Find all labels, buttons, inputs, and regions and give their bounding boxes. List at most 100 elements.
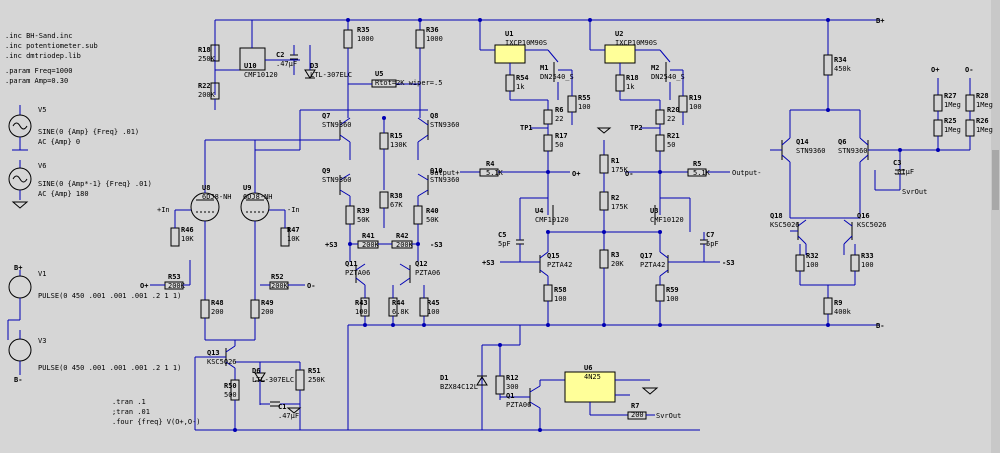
component-value-r49: 200 [261, 308, 274, 316]
component-value-q8: STN9360 [430, 121, 460, 129]
component-value-q13: KSC5026 [207, 358, 237, 366]
component-ref-r20: R20 [667, 106, 680, 114]
component-ref-r28: R28 [976, 92, 989, 100]
component-value-c5: 5pF [498, 240, 511, 248]
component-value-r33: 100 [861, 261, 874, 269]
component-value-r25: 1Meg [944, 126, 961, 134]
component-ref-u3: U3 [650, 207, 658, 215]
directive-inc2: .inc potentiometer.sub [5, 42, 98, 50]
schematic-svg: .inc BH-Sand.inc .inc potentiometer.sub … [5, 0, 1000, 453]
component-value-q10: STN9360 [430, 176, 460, 184]
component-ref-r26: R26 [976, 117, 989, 125]
directive-param2: .param Amp=0.30 [5, 77, 68, 85]
component-ref-c2: C2 [276, 51, 284, 59]
u2-block [589, 20, 660, 101]
component-value-q15: PZTA42 [547, 261, 572, 269]
component-value-c3: .01µF [893, 168, 914, 176]
net-svrout-bottom: SvrOut [656, 412, 681, 420]
label-v5: V5 [38, 106, 46, 114]
component-value-q14: STN9360 [796, 147, 826, 155]
component-value-r43: 100 [355, 308, 368, 316]
component-value-r22: 200K [198, 91, 216, 99]
label-v3: V3 [38, 337, 46, 345]
component-ref-r9: R9 [834, 299, 842, 307]
source-v1[interactable] [8, 270, 32, 321]
component-value-r17: 50 [555, 141, 563, 149]
schematic-canvas: .inc BH-Sand.inc .inc potentiometer.sub … [0, 0, 1000, 453]
directive-four: .four {freq} V(O+,O-) [112, 418, 201, 426]
component-value-r32: 100 [806, 261, 819, 269]
net-in-m: -In [287, 206, 300, 214]
component-ref-r22: R22 [198, 82, 211, 90]
component-ref-u6: U6 [584, 364, 592, 372]
component-ref-r45: R45 [427, 299, 440, 307]
component-ref-r27: R27 [944, 92, 957, 100]
label-v6-spec: SINE(0 {Amp*-1} {Freq} .01) [38, 180, 152, 188]
component-value-r42: 200K [396, 241, 414, 249]
source-v3[interactable] [7, 320, 32, 375]
component-ref-q9: Q9 [322, 167, 330, 175]
component-ref-r36: R36 [426, 26, 439, 34]
source-v5[interactable] [8, 105, 32, 151]
component-ref-r5: R5 [693, 160, 701, 168]
source-v6[interactable] [8, 160, 32, 200]
component-value-q6: STN9360 [838, 147, 868, 155]
r25-r28-divider [933, 78, 975, 150]
net-bplus-left: B+ [14, 264, 22, 272]
component-value-r41: 200K [362, 241, 380, 249]
component-value-r3: 20K [611, 260, 624, 268]
label-v3-spec: PULSE(0 450 .001 .001 .001 .2 1 1) [38, 364, 181, 372]
component-ref-r2: R2 [611, 194, 619, 202]
net-output-minus: Output- [732, 169, 762, 177]
u4-u3 [519, 197, 691, 232]
component-ref-q8: Q8 [430, 112, 438, 120]
component-value-r18: 250K [198, 55, 216, 63]
component-ref-q15: Q15 [547, 252, 560, 260]
component-ref-m2: M2 [651, 64, 659, 72]
net-o-p-right: O+ [931, 66, 939, 74]
component-ref-r38: R38 [390, 192, 403, 200]
component-ref-d3: D3 [310, 62, 318, 70]
component-value-r40: 50K [426, 216, 439, 224]
component-value-u3: CMF10120 [650, 216, 684, 224]
net-bplus-right: B+ [876, 17, 884, 25]
component-ref-r32: R32 [806, 252, 819, 260]
component-ref-c5: C5 [498, 231, 506, 239]
component-value-u9: 6DJ8-NH [243, 193, 273, 201]
component-ref-r39: R39 [357, 207, 370, 215]
scrollbar[interactable] [991, 0, 1000, 453]
component-ref-r53: R53 [168, 273, 181, 281]
net-s3p-left: +S3 [325, 241, 338, 249]
component-ref-tp2: TP2 [630, 124, 643, 132]
component-ref-r41: R41 [362, 232, 375, 240]
component-ref-q7: Q7 [322, 112, 330, 120]
component-value-r5: 5.1K [693, 169, 711, 177]
component-value-r36: 1000 [426, 35, 443, 43]
scrollbar-thumb[interactable] [992, 150, 999, 210]
component-ref-r47: R47 [287, 226, 300, 234]
component-ref-q6: Q6 [838, 138, 846, 146]
label-v1: V1 [38, 270, 46, 278]
component-ref-d1: D1 [440, 374, 448, 382]
directive-param1: .param Freq=1000 [5, 67, 72, 75]
label-v6-ac: AC {Amp} 180 [38, 190, 89, 198]
component-ref-r52: R52 [271, 273, 284, 281]
tube-u8 [175, 140, 220, 300]
component-value-r53: 200K [168, 282, 186, 290]
label-v1-spec: PULSE(0 450 .001 .001 .001 .2 1 1) [38, 292, 181, 300]
component-ref-r1: R1 [611, 157, 619, 165]
component-value-r18b: 1k [626, 83, 635, 91]
component-ref-u5: U5 [375, 70, 383, 78]
component-ref-c3: C3 [893, 159, 901, 167]
component-ref-u8: U8 [202, 184, 210, 192]
component-ref-r46: R46 [181, 226, 194, 234]
component-ref-q12: Q12 [415, 260, 428, 268]
net-o-m-right: O- [965, 66, 973, 74]
label-v5-ac: AC {Amp} 0 [38, 138, 80, 146]
component-value-q18: KSC5026 [770, 221, 800, 229]
component-ref-r40: R40 [426, 207, 439, 215]
component-value-r48: 200 [211, 308, 224, 316]
component-ref-u9: U9 [243, 184, 251, 192]
net-o-p-mid: O+ [572, 170, 580, 178]
component-ref-q18: Q18 [770, 212, 783, 220]
